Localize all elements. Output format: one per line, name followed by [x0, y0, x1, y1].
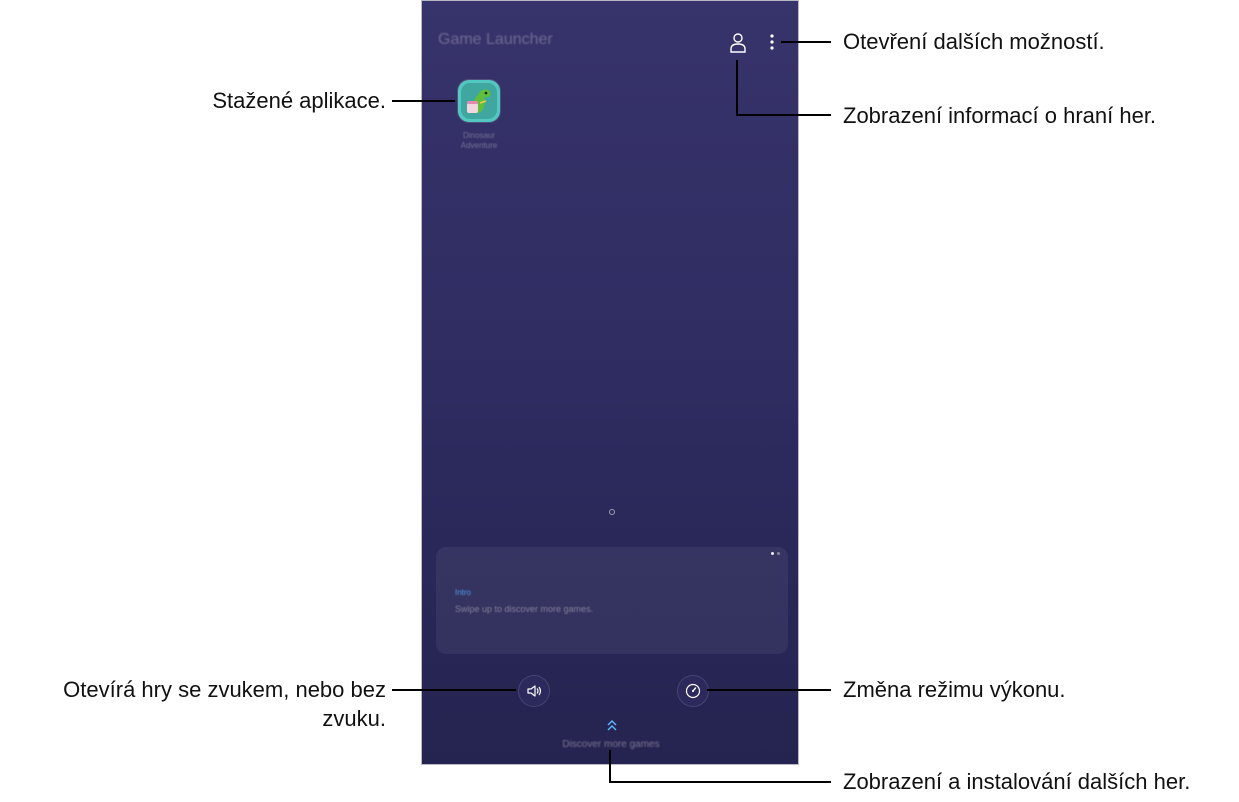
callout-sound-line2: zvuku.: [322, 706, 386, 731]
callout-more-options: Otevření dalších možností.: [843, 29, 1105, 54]
leader-discover: [609, 750, 831, 783]
callout-sound-line1: Otevírá hry se zvukem, nebo bez: [63, 677, 386, 702]
callout-discover-more: Zobrazení a instalování dalších her.: [843, 769, 1191, 794]
callout-downloaded-apps: Stažené aplikace.: [212, 88, 386, 113]
callout-game-info: Zobrazení informací o hraní her.: [843, 103, 1157, 128]
callout-performance: Změna režimu výkonu.: [843, 677, 1066, 702]
leader-game-info: [736, 60, 831, 116]
